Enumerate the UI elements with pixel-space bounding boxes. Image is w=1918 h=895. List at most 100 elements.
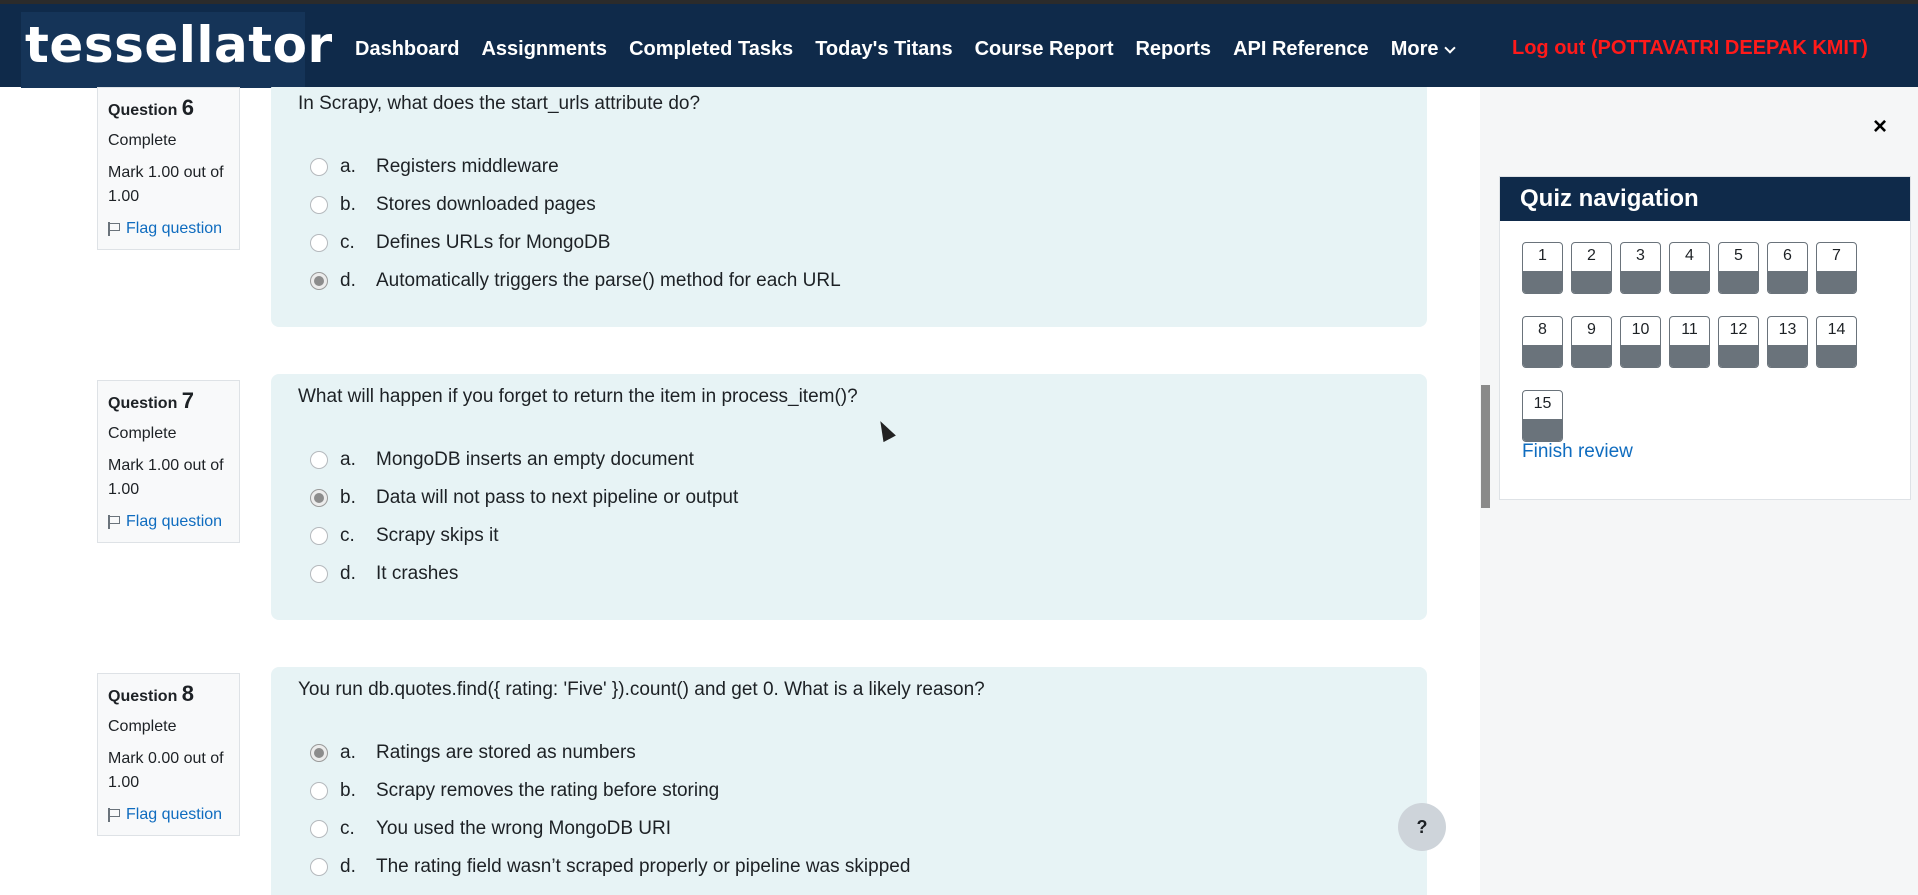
quiz-nav-button-number: 13 <box>1778 321 1797 338</box>
answer-letter: c. <box>340 818 355 839</box>
quiz-nav-button[interactable]: 15 <box>1522 390 1563 442</box>
site-logo[interactable]: tessellator <box>21 12 332 88</box>
nav-assignments[interactable]: Assignments <box>481 38 607 61</box>
answer-letter: a. <box>340 449 356 470</box>
logout-link[interactable]: Log out (POTTAVATRI DEEPAK KMIT) <box>1512 37 1868 60</box>
question-content: In Scrapy, what does the start_urls attr… <box>271 87 1427 327</box>
answer-option: a. Registers middleware <box>298 148 1400 186</box>
quiz-nav-button-number: 1 <box>1538 247 1547 264</box>
answer-radio[interactable] <box>310 196 328 214</box>
nav-dashboard[interactable]: Dashboard <box>355 38 459 61</box>
answer-text: Automatically triggers the parse() metho… <box>376 270 841 291</box>
quiz-navigation-block: Quiz navigation 1 2 3 4 5 6 7 8 9 10 11 12 13 14 15 Fi… <box>1499 176 1911 500</box>
answer-list: a. Ratings are stored as numbers b. Scrapy … <box>298 734 1400 886</box>
answer-letter: b. <box>340 780 356 801</box>
quiz-nav-button[interactable]: 11 <box>1669 316 1710 368</box>
nav-more-label: More <box>1390 38 1439 60</box>
answer-text: Ratings are stored as numbers <box>376 742 636 763</box>
nav-course-report[interactable]: Course Report <box>975 38 1114 61</box>
main-nav: Dashboard Assignments Completed Tasks To… <box>355 38 1476 61</box>
answer-option: b. Stores downloaded pages <box>298 186 1400 224</box>
flag-question-label: Flag question <box>126 220 223 237</box>
flag-question-link[interactable]: Flag question <box>108 217 229 241</box>
flag-question-label: Flag question <box>126 513 223 530</box>
answer-letter: d. <box>340 856 356 877</box>
quiz-nav-button-number: 2 <box>1587 247 1596 264</box>
quiz-nav-button-number: 8 <box>1538 321 1547 338</box>
quiz-nav-button[interactable]: 9 <box>1571 316 1612 368</box>
nav-todays-titans[interactable]: Today's Titans <box>815 38 952 61</box>
answer-radio[interactable] <box>310 744 328 762</box>
scrollbar[interactable] <box>1481 385 1490 508</box>
quiz-nav-button[interactable]: 10 <box>1620 316 1661 368</box>
answer-text: You used the wrong MongoDB URI <box>376 818 672 839</box>
answer-radio[interactable] <box>310 527 328 545</box>
answer-radio[interactable] <box>310 272 328 290</box>
question-text: In Scrapy, what does the start_urls attr… <box>298 93 701 114</box>
quiz-nav-button-number: 11 <box>1681 321 1698 338</box>
answer-radio[interactable] <box>310 158 328 176</box>
flag-question-link[interactable]: Flag question <box>108 510 229 534</box>
question-number: Question 6 <box>108 95 195 120</box>
help-button[interactable]: ? <box>1398 803 1446 851</box>
close-icon[interactable]: × <box>1873 113 1887 141</box>
nav-reports[interactable]: Reports <box>1135 38 1211 61</box>
nav-api-reference[interactable]: API Reference <box>1233 38 1369 61</box>
answer-option: d. It crashes <box>298 555 1400 593</box>
quiz-nav-button-number: 6 <box>1783 247 1792 264</box>
question-mark: Mark 1.00 out of 1.00 <box>108 457 224 498</box>
answer-letter: b. <box>340 194 356 215</box>
quiz-nav-button[interactable]: 3 <box>1620 242 1661 294</box>
question-number: Question 7 <box>108 388 195 413</box>
answered-indicator <box>1523 345 1562 367</box>
answer-list: a. MongoDB inserts an empty document b. Dat… <box>298 441 1400 593</box>
answer-radio[interactable] <box>310 489 328 507</box>
top-navbar: tessellator Dashboard Assignments Comple… <box>0 0 1918 88</box>
quiz-nav-button[interactable]: 6 <box>1767 242 1808 294</box>
answered-indicator <box>1768 271 1807 293</box>
quiz-nav-button[interactable]: 2 <box>1571 242 1612 294</box>
quiz-nav-button[interactable]: 7 <box>1816 242 1857 294</box>
quiz-question-buttons: 1 2 3 4 5 6 7 8 9 10 11 12 13 14 15 <box>1522 242 1882 442</box>
flag-question-link[interactable]: Flag question <box>108 803 229 827</box>
answered-indicator <box>1817 271 1856 293</box>
answer-letter: c. <box>340 525 355 546</box>
answer-radio[interactable] <box>310 858 328 876</box>
answer-letter: a. <box>340 742 356 763</box>
question-content: What will happen if you forget to return… <box>271 374 1427 620</box>
answer-radio[interactable] <box>310 451 328 469</box>
quiz-nav-button[interactable]: 8 <box>1522 316 1563 368</box>
answer-radio[interactable] <box>310 565 328 583</box>
quiz-nav-button-number: 10 <box>1631 321 1650 338</box>
quiz-nav-button[interactable]: 5 <box>1718 242 1759 294</box>
answer-option: c. You used the wrong MongoDB URI <box>298 810 1400 848</box>
quiz-nav-button[interactable]: 1 <box>1522 242 1563 294</box>
answer-text: It crashes <box>376 563 459 584</box>
quiz-nav-button[interactable]: 12 <box>1718 316 1759 368</box>
answer-letter: d. <box>340 270 356 291</box>
quiz-nav-button[interactable]: 13 <box>1767 316 1808 368</box>
question-number: Question 8 <box>108 681 195 706</box>
answer-radio[interactable] <box>310 820 328 838</box>
quiz-nav-button-number: 15 <box>1533 395 1552 412</box>
answer-letter: a. <box>340 156 356 177</box>
answer-radio[interactable] <box>310 782 328 800</box>
answer-text: Scrapy removes the rating before storing <box>376 780 720 801</box>
nav-completed-tasks[interactable]: Completed Tasks <box>629 38 793 61</box>
quiz-nav-button[interactable]: 4 <box>1669 242 1710 294</box>
finish-review-link[interactable]: Finish review <box>1522 441 1633 463</box>
quiz-nav-button[interactable]: 14 <box>1816 316 1857 368</box>
answer-text: Defines URLs for MongoDB <box>376 232 611 253</box>
question-mark: Mark 0.00 out of 1.00 <box>108 750 224 791</box>
answer-text: MongoDB inserts an empty document <box>376 449 694 470</box>
question-info: Question 8 Complete Mark 0.00 out of 1.00 F… <box>97 673 240 836</box>
answer-option: c. Scrapy skips it <box>298 517 1400 555</box>
answer-option: a. MongoDB inserts an empty document <box>298 441 1400 479</box>
nav-more[interactable]: More <box>1390 38 1457 61</box>
answer-option: c. Defines URLs for MongoDB <box>298 224 1400 262</box>
answer-radio[interactable] <box>310 234 328 252</box>
answer-text: The rating field wasn’t scraped properly… <box>376 856 911 877</box>
answered-indicator <box>1719 345 1758 367</box>
answered-indicator <box>1523 271 1562 293</box>
question-text: You run db.quotes.find({ rating: 'Five' … <box>298 679 985 700</box>
